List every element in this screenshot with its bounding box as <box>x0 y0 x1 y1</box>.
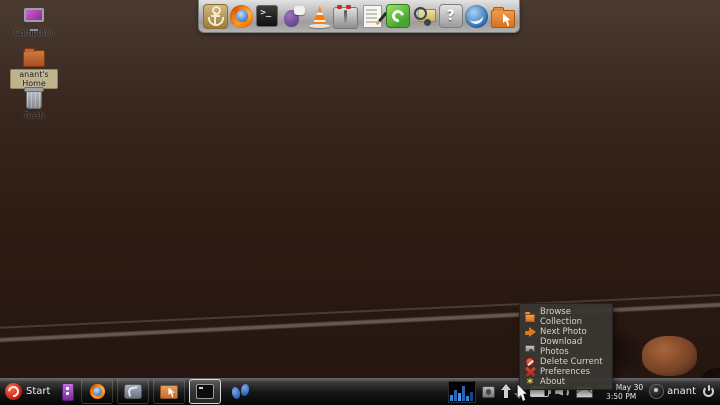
dock-item-vlc[interactable] <box>307 2 333 31</box>
menu-item-label: Delete Current <box>540 357 603 367</box>
menu-item-label: Next Photo <box>540 327 587 337</box>
menu-item-label: Preferences <box>540 367 590 377</box>
menu-item-label: About <box>540 377 565 387</box>
firefox-icon <box>230 5 253 28</box>
arrow-right-icon <box>525 327 535 337</box>
dock-item-software-center[interactable] <box>385 2 411 31</box>
dock-item-help[interactable]: ? <box>438 2 464 31</box>
cpu-graph-applet[interactable] <box>448 381 476 403</box>
dock-item-firefox[interactable] <box>228 2 254 31</box>
terminal-icon: >_ <box>256 5 278 27</box>
photo-applet-tray-icon[interactable] <box>482 386 495 398</box>
menu-item-about[interactable]: * About <box>520 377 612 387</box>
taskbar-button-firefox[interactable] <box>81 379 113 404</box>
software-center-icon <box>386 4 410 28</box>
desktop: Computer anant's Home Trash >_ ? Browse … <box>0 0 720 405</box>
file-manager-folder-icon <box>160 385 178 399</box>
application-dock: >_ ? <box>198 0 520 33</box>
terminal-icon <box>196 384 214 399</box>
thunderbird-icon <box>465 5 488 28</box>
desktop-icon-label: Trash <box>23 111 44 120</box>
desktop-icon-label: Computer <box>14 28 54 37</box>
upload-arrow-icon <box>501 384 511 399</box>
dock-item-switchboard[interactable] <box>333 2 359 31</box>
star-icon: * <box>525 377 535 387</box>
media-player-icon <box>62 383 74 401</box>
anchor-icon <box>203 4 228 29</box>
desktop-icon-label: anant's Home <box>10 69 58 89</box>
start-label: Start <box>26 386 50 397</box>
menu-item-label: Download Photos <box>540 337 612 357</box>
vlc-cone-icon <box>308 5 331 28</box>
menu-item-preferences[interactable]: Preferences <box>520 367 612 377</box>
user-avatar-icon <box>649 384 664 399</box>
dock-item-mail-search[interactable] <box>411 2 437 31</box>
taskbar-button-terminal[interactable] <box>189 379 221 404</box>
no-entry-icon <box>525 357 535 367</box>
pidgin-bird-icon <box>282 5 305 28</box>
blue-footprints-icon <box>231 383 251 400</box>
clock-time: 3:50 PM <box>606 392 636 401</box>
computer-monitor-icon <box>24 8 44 26</box>
menu-item-next-photo[interactable]: Next Photo <box>520 327 612 337</box>
taskbar-button-media-player[interactable] <box>59 379 77 404</box>
trash-can-icon <box>26 90 42 109</box>
taskbar-button-file-manager[interactable] <box>153 379 185 404</box>
file-manager-folder-icon <box>491 10 515 28</box>
folder-icon <box>525 314 535 322</box>
dock-item-pidgin[interactable] <box>281 2 307 31</box>
desktop-icon-computer[interactable]: Computer <box>10 8 58 37</box>
firefox-icon <box>90 384 105 399</box>
menu-item-delete-current[interactable]: Delete Current <box>520 357 612 367</box>
user-switcher[interactable]: anant <box>649 384 696 399</box>
desktop-icon-trash[interactable]: Trash <box>10 88 58 120</box>
taskbar-button-photo-viewer[interactable] <box>117 379 149 404</box>
camera-icon <box>525 345 535 352</box>
photo-applet-context-menu: Browse Collection Next Photo Download Ph… <box>519 303 613 390</box>
wallpaper-stone <box>642 336 697 376</box>
photo-viewer-icon <box>124 384 142 399</box>
dock-item-file-manager[interactable] <box>490 2 516 31</box>
taskbar-button-footprints[interactable] <box>225 379 257 404</box>
dock-item-anchor[interactable] <box>202 2 228 31</box>
start-button[interactable]: Start <box>0 378 57 405</box>
help-question-icon: ? <box>439 4 463 28</box>
text-editor-icon <box>363 5 382 28</box>
switchboard-icon <box>333 7 358 29</box>
user-name: anant <box>667 386 696 397</box>
dock-item-text-editor[interactable] <box>359 2 385 31</box>
menu-item-browse-collection[interactable]: Browse Collection <box>520 307 612 327</box>
power-button-icon[interactable] <box>702 385 715 398</box>
dock-item-terminal[interactable]: >_ <box>254 2 280 31</box>
mail-search-icon <box>413 5 436 28</box>
home-folder-icon <box>23 50 45 67</box>
menu-item-label: Browse Collection <box>540 307 612 327</box>
start-logo-icon <box>5 383 22 400</box>
dock-item-thunderbird[interactable] <box>464 2 490 31</box>
desktop-icon-home[interactable]: anant's Home <box>10 47 58 89</box>
menu-item-download-photos[interactable]: Download Photos <box>520 337 612 357</box>
